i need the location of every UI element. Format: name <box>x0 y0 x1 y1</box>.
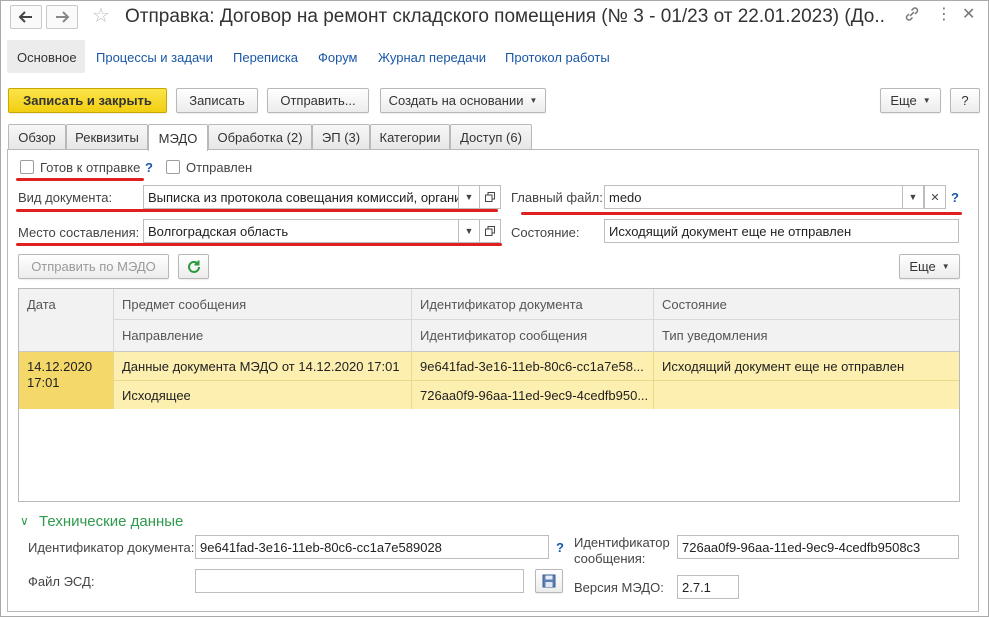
chevron-down-icon: ▼ <box>464 226 474 236</box>
save-file-button[interactable] <box>535 569 563 593</box>
red-underline <box>16 209 498 212</box>
arrow-left-icon <box>18 11 32 23</box>
header-date[interactable]: Дата <box>27 297 56 312</box>
medo-version-label: Версия МЭДО: <box>574 580 664 595</box>
chevron-down-icon: ▼ <box>464 192 474 202</box>
ready-to-send-label: Готов к отправке <box>40 160 141 175</box>
state-field: Исходящий документ еще не отправлен <box>604 219 959 243</box>
link-icon[interactable] <box>904 6 920 27</box>
link-main[interactable]: Основное <box>17 50 77 65</box>
link-work-log[interactable]: Протокол работы <box>505 50 610 65</box>
state-label: Состояние: <box>511 225 580 240</box>
red-underline <box>521 212 962 215</box>
open-button[interactable] <box>479 219 501 243</box>
header-direction[interactable]: Направление <box>122 328 203 343</box>
floppy-disk-icon <box>542 574 556 588</box>
open-window-icon <box>485 226 495 236</box>
table-more-button[interactable]: Еще ▼ <box>899 254 960 279</box>
header-msg-id[interactable]: Идентификатор сообщения <box>420 328 587 343</box>
help-icon[interactable]: ? <box>556 540 564 555</box>
medo-version-field: 2.7.1 <box>677 575 739 599</box>
star-icon[interactable]: ☆ <box>92 3 110 28</box>
row-state: Исходящий документ еще не отправлен <box>662 359 905 374</box>
sent-checkbox[interactable] <box>166 160 180 174</box>
header-notice-type[interactable]: Тип уведомления <box>662 328 768 343</box>
tab-signatures[interactable]: ЭП (3) <box>312 124 370 150</box>
place-field[interactable]: Волгоградская область <box>143 219 459 243</box>
ready-to-send-checkbox[interactable] <box>20 160 34 174</box>
tab-overview[interactable]: Обзор <box>8 124 66 150</box>
refresh-icon <box>187 260 200 273</box>
window-title: Отправка: Договор на ремонт складского п… <box>125 6 885 27</box>
help-icon[interactable]: ? <box>145 160 153 175</box>
tech-msg-id-label: Идентификатор <box>574 535 670 550</box>
send-medo-button[interactable]: Отправить по МЭДО <box>18 254 169 279</box>
back-button[interactable] <box>10 5 42 29</box>
dropdown-button[interactable]: ▼ <box>458 219 480 243</box>
tab-categories[interactable]: Категории <box>370 124 450 150</box>
forward-button[interactable] <box>46 5 78 29</box>
header-state[interactable]: Состояние <box>662 297 727 312</box>
more-button[interactable]: Еще ▼ <box>880 88 941 113</box>
row-direction: Исходящее <box>122 388 191 403</box>
clear-button[interactable]: ✕ <box>924 185 946 209</box>
main-file-field[interactable]: medo <box>604 185 903 209</box>
header-subject[interactable]: Предмет сообщения <box>122 297 246 312</box>
row-subject: Данные документа МЭДО от 14.12.2020 17:0… <box>122 359 400 374</box>
help-icon[interactable]: ? <box>951 190 959 205</box>
tech-doc-id-label: Идентификатор документа: <box>28 540 195 555</box>
messages-table[interactable]: Дата Предмет сообщения Идентификатор док… <box>18 288 960 502</box>
close-icon[interactable]: ✕ <box>962 4 975 24</box>
doc-type-label: Вид документа: <box>18 190 113 205</box>
place-label: Место составления: <box>18 225 140 240</box>
esd-file-field[interactable] <box>195 569 524 593</box>
open-button[interactable] <box>479 185 501 209</box>
create-based-on-button[interactable]: Создать на основании ▼ <box>380 88 546 113</box>
tab-medo[interactable]: МЭДО <box>148 124 208 151</box>
red-underline <box>16 178 144 181</box>
tech-msg-id-field[interactable]: 726aa0f9-96aa-11ed-9ec9-4cedfb9508c3 <box>677 535 959 559</box>
open-window-icon <box>485 192 495 202</box>
chevron-down-icon: ▼ <box>941 262 950 271</box>
chevron-down-icon: ▼ <box>529 96 538 105</box>
tab-access[interactable]: Доступ (6) <box>450 124 532 150</box>
link-processes[interactable]: Процессы и задачи <box>96 50 213 65</box>
help-button[interactable]: ? <box>950 88 980 113</box>
link-transfer-log[interactable]: Журнал передачи <box>378 50 486 65</box>
arrow-right-icon <box>56 11 70 23</box>
header-doc-id[interactable]: Идентификатор документа <box>420 297 583 312</box>
save-button[interactable]: Записать <box>176 88 258 113</box>
refresh-button[interactable] <box>178 254 209 279</box>
chevron-down-icon: ▼ <box>922 96 931 105</box>
tech-doc-id-field[interactable]: 9e641fad-3e16-11eb-80c6-cc1a7e589028 <box>195 535 549 559</box>
close-icon: ✕ <box>930 191 940 204</box>
tech-msg-id-label-2: сообщения: <box>574 551 646 566</box>
dropdown-button[interactable]: ▼ <box>458 185 480 209</box>
row-msg-id: 726aa0f9-96aa-11ed-9ec9-4cedfb950... <box>420 388 648 403</box>
row-time: 17:01 <box>27 375 60 390</box>
tab-requisites[interactable]: Реквизиты <box>66 124 148 150</box>
sent-label: Отправлен <box>186 160 253 175</box>
more-vertical-icon[interactable]: ⋮ <box>936 4 952 24</box>
chevron-down-icon: ▼ <box>908 192 918 202</box>
send-button[interactable]: Отправить... <box>267 88 369 113</box>
row-date: 14.12.2020 <box>27 359 93 374</box>
esd-file-label: Файл ЭСД: <box>28 574 95 589</box>
link-correspondence[interactable]: Переписка <box>233 50 298 65</box>
doc-type-field[interactable]: Выписка из протокола совещания комиссий,… <box>143 185 459 209</box>
tech-section-title[interactable]: Технические данные <box>39 513 183 530</box>
row-doc-id: 9e641fad-3e16-11eb-80c6-cc1a7e58... <box>420 359 644 374</box>
tab-processing[interactable]: Обработка (2) <box>208 124 312 150</box>
main-file-label: Главный файл: <box>511 190 603 205</box>
red-underline <box>16 243 502 246</box>
link-forum[interactable]: Форум <box>318 50 358 65</box>
save-and-close-button[interactable]: Записать и закрыть <box>8 88 167 113</box>
dropdown-button[interactable]: ▼ <box>902 185 924 209</box>
chevron-down-icon[interactable]: ∨ <box>20 514 29 528</box>
